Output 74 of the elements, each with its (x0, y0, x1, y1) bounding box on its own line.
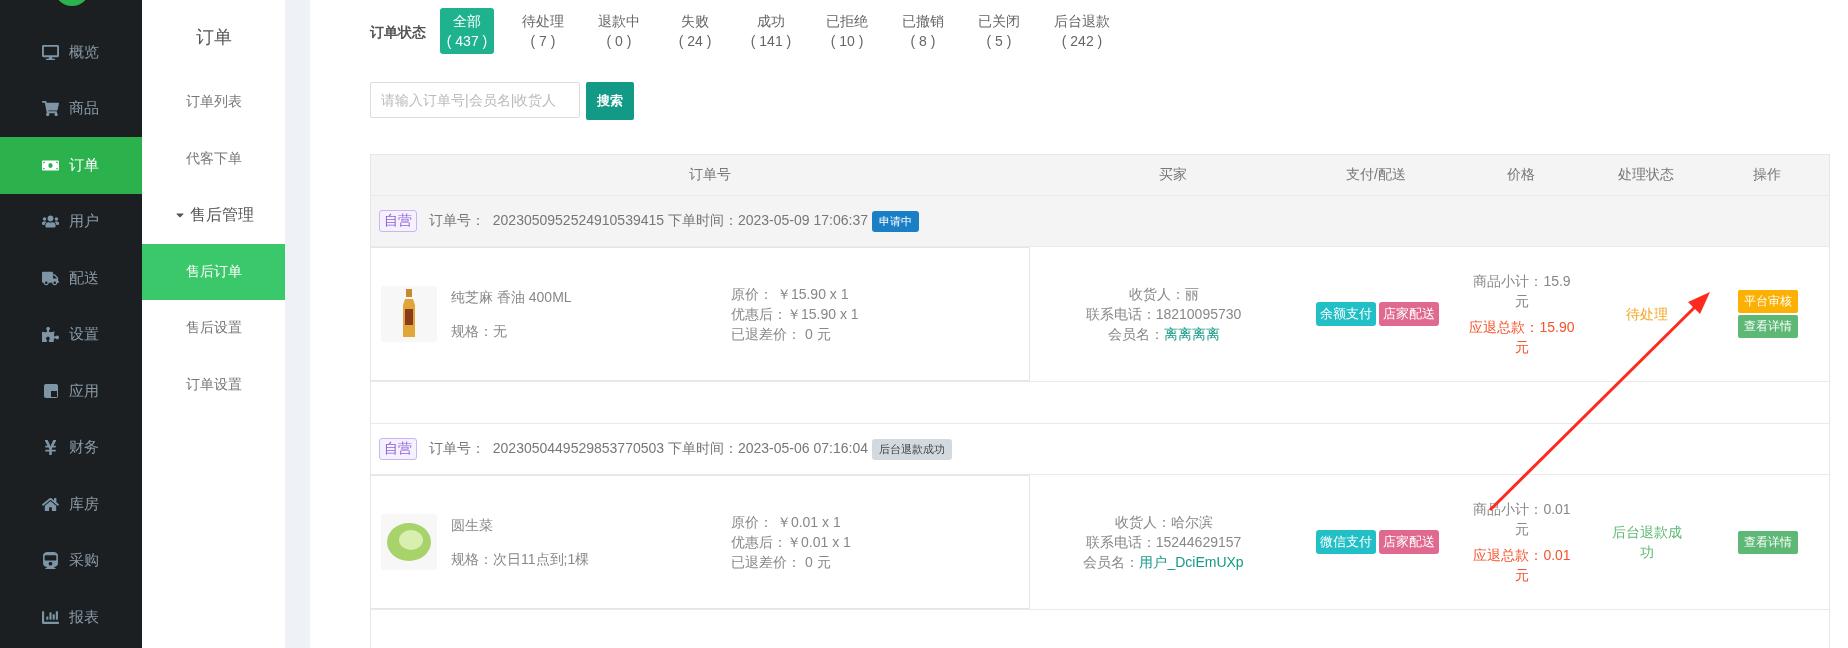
lettuce-icon (385, 520, 433, 564)
price-line: 原价： ￥15.90 x 1 (731, 285, 850, 304)
submenu-title: 订单 (194, 26, 233, 49)
process-status: 待处理 (1625, 305, 1669, 324)
submenu-item[interactable]: 代客下单 (141, 130, 286, 187)
status-badge: 申请中 (872, 210, 919, 232)
product-spec: 规格：次日11点到;1棵 (451, 550, 591, 569)
price-line: 已退差价： 0 元 (731, 553, 832, 572)
submenu-group[interactable]: 售后管理 (141, 187, 286, 244)
status-tab[interactable]: 已关闭 ( 5 ) (972, 8, 1026, 54)
source-tag: 自营 (379, 438, 417, 460)
sidebar-item[interactable]: 设置 (0, 306, 142, 363)
submenu-item[interactable]: 订单列表 (141, 74, 286, 131)
member: 会员名：离离离离 (1107, 325, 1220, 344)
search-field[interactable]: 请输入订单号|会员名|收货人 (370, 82, 580, 118)
column-header: 价格 (1507, 166, 1535, 184)
monitor-icon (42, 43, 60, 61)
column-header: 支付/配送 (1346, 166, 1406, 184)
refund-total: 应退总款：0.01元 (1472, 546, 1572, 585)
refund-total: 应退总款：15.90 元 (1468, 318, 1576, 357)
receiver: 收货人：丽 (1128, 285, 1199, 304)
truck-icon (42, 269, 60, 287)
status-tab[interactable]: 成功 ( 141 ) (744, 8, 798, 54)
sidebar-item[interactable]: 库房 (0, 476, 142, 533)
product-name: 圆生菜 (451, 516, 494, 535)
phone: 联系电话：15244629157 (1085, 533, 1242, 552)
product-name: 纯芝麻 香油 400ML (451, 288, 573, 307)
house-icon (42, 495, 60, 513)
member: 会员名：用户_DciEmUXp (1083, 553, 1244, 572)
filter-label: 订单状态 (370, 24, 426, 42)
payment-tag: 微信支付 (1315, 530, 1376, 554)
product-spec: 规格：无 (451, 322, 508, 341)
receiver: 收货人：哈尔滨 (1114, 513, 1213, 532)
submenu-item[interactable]: 售后设置 (141, 300, 286, 357)
sidebar-item[interactable]: 概览 (0, 24, 142, 81)
sidebar-item[interactable]: 报表 (0, 589, 142, 646)
sidebar-item[interactable]: 配送 (0, 250, 142, 307)
column-header: 订单号 (689, 166, 731, 184)
sidebar-item[interactable]: 财务 (0, 419, 142, 476)
bottle-icon (401, 289, 417, 339)
column-header: 买家 (1158, 166, 1187, 184)
price-line: 原价： ￥0.01 x 1 (731, 513, 842, 532)
process-status: 后台退款成功 (1611, 523, 1683, 562)
sidebar-item[interactable]: 商品 (0, 80, 142, 137)
status-tab[interactable]: 后台退款 ( 242 ) (1048, 8, 1116, 54)
source-tag: 自营 (379, 210, 417, 232)
phone: 联系电话：18210095730 (1085, 305, 1242, 324)
bar-chart-icon (42, 608, 60, 626)
column-header: 操作 (1753, 166, 1781, 184)
status-tab[interactable]: 已撤销 ( 8 ) (896, 8, 950, 54)
train-icon (42, 552, 60, 570)
submenu-item[interactable]: 订单设置 (141, 356, 286, 413)
status-tab[interactable]: 退款中 ( 0 ) (592, 8, 646, 54)
subtotal: 商品小计：15.9元 (1472, 272, 1572, 311)
puzzle-icon (42, 326, 60, 344)
column-header: 处理状态 (1618, 166, 1674, 184)
sidebar-item[interactable]: 应用 (0, 363, 142, 420)
payment-tag: 店家配送 (1378, 302, 1439, 326)
status-tab[interactable]: 已拒绝 ( 10 ) (820, 8, 874, 54)
status-badge: 后台退款成功 (872, 438, 952, 460)
price-line: 已退差价： 0 元 (731, 325, 832, 344)
order-info: 订单号： 2023050449529853770503 下单时间：2023-05-06 07:16:04 (429, 440, 868, 458)
status-tab[interactable]: 待处理 ( 7 ) (516, 8, 570, 54)
payment-tag: 店家配送 (1378, 530, 1439, 554)
payment-tag: 余额支付 (1315, 302, 1376, 326)
sidebar-item[interactable]: 用户 (0, 193, 142, 250)
search-button[interactable]: 搜索 (586, 82, 634, 120)
price-line: 优惠后：￥15.90 x 1 (731, 305, 859, 324)
grid-icon (42, 383, 59, 400)
order-info: 订单号： 2023050952524910539415 下单时间：2023-05-09 17:06:37 (429, 212, 868, 230)
price-line: 优惠后：￥0.01 x 1 (731, 533, 851, 552)
status-tab[interactable]: 失败 ( 24 ) (668, 8, 722, 54)
sidebar-item[interactable]: 采购 (0, 532, 142, 589)
cart-icon (42, 100, 60, 118)
